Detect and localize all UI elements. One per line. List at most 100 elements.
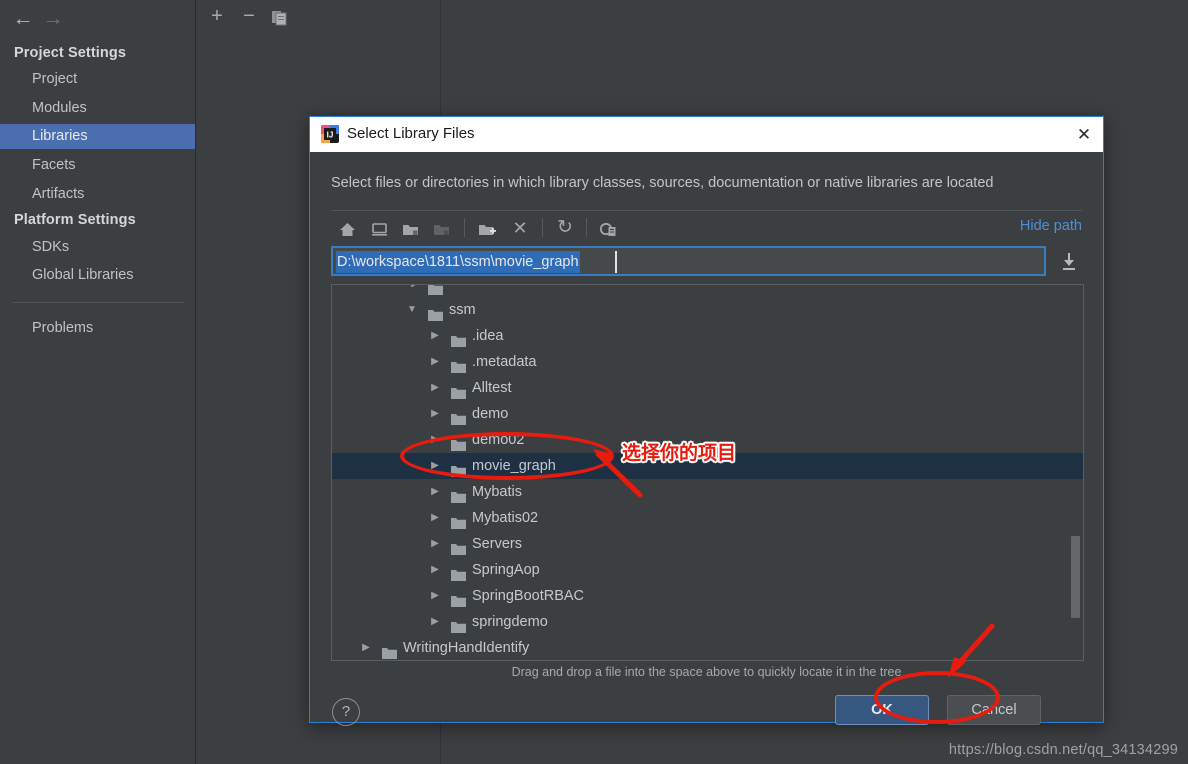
sidebar-item-problems[interactable]: Problems xyxy=(0,316,195,341)
chevron-right-icon[interactable]: ▶ xyxy=(428,479,442,505)
list-item-ssm[interactable]: ▼ ssm xyxy=(332,297,1083,323)
new-folder-icon[interactable] xyxy=(473,215,501,241)
scrollbar-thumb[interactable] xyxy=(1071,536,1080,618)
list-item-springaop[interactable]: ▶ SpringAop xyxy=(332,557,1083,583)
toolbar-separator xyxy=(542,218,543,237)
delete-icon[interactable]: ✕ xyxy=(506,215,534,241)
arrow-left-icon[interactable]: ← xyxy=(10,6,36,32)
help-button[interactable]: ? xyxy=(332,698,360,726)
dialog-subtitle: Select files or directories in which lib… xyxy=(331,175,994,191)
add-icon[interactable]: + xyxy=(204,3,230,29)
file-chooser-toolbar: ✕ ↻ Hide path xyxy=(331,210,1082,244)
path-row: D:\workspace\1811\ssm\movie_graph xyxy=(331,246,1082,278)
folder-icon xyxy=(428,304,443,321)
chevron-right-icon[interactable]: ▶ xyxy=(428,349,442,375)
path-input[interactable]: D:\workspace\1811\ssm\movie_graph xyxy=(331,246,1046,276)
sidebar-item-label: Artifacts xyxy=(32,186,85,202)
dialog-title: Select Library Files xyxy=(347,125,475,142)
list-item-springbootrbac[interactable]: ▶ SpringBootRBAC xyxy=(332,583,1083,609)
chevron-right-icon[interactable]: ▶ xyxy=(359,635,373,660)
list-item-label: WritingHandIdentify xyxy=(403,640,530,656)
cancel-button[interactable]: Cancel xyxy=(947,695,1041,725)
list-item-label: .idea xyxy=(472,328,504,344)
chevron-right-icon[interactable]: ▶ xyxy=(428,609,442,635)
list-item-metadata[interactable]: ▶ .metadata xyxy=(332,349,1083,375)
project-folder-icon[interactable] xyxy=(396,215,424,241)
folder-icon xyxy=(451,590,466,607)
list-item-alltest[interactable]: ▶ Alltest xyxy=(332,375,1083,401)
chevron-right-icon[interactable]: ▶ xyxy=(428,375,442,401)
watermark: https://blog.csdn.net/qq_34134299 xyxy=(948,742,1178,758)
list-item-demo[interactable]: ▶ demo xyxy=(332,401,1083,427)
list-item[interactable]: ▶ xyxy=(332,285,1083,297)
folder-icon xyxy=(451,564,466,581)
tree-scrollbar[interactable] xyxy=(1070,286,1081,659)
chevron-right-icon[interactable]: ▶ xyxy=(408,285,422,297)
sidebar-item-facets[interactable]: Facets xyxy=(0,153,195,178)
chevron-right-icon[interactable]: ▶ xyxy=(428,557,442,583)
home-icon[interactable] xyxy=(333,215,361,241)
module-folder-icon[interactable] xyxy=(427,215,455,241)
close-icon[interactable]: ✕ xyxy=(1071,122,1097,147)
list-item-idea[interactable]: ▶ .idea xyxy=(332,323,1083,349)
chevron-right-icon[interactable]: ▶ xyxy=(428,401,442,427)
list-item-springdemo[interactable]: ▶ springdemo xyxy=(332,609,1083,635)
chevron-right-icon[interactable]: ▶ xyxy=(428,427,442,453)
refresh-icon[interactable]: ↻ xyxy=(551,215,579,241)
sidebar-divider xyxy=(12,302,184,303)
folder-icon xyxy=(451,460,466,477)
list-item-mybatis02[interactable]: ▶ Mybatis02 xyxy=(332,505,1083,531)
list-item-label: Servers xyxy=(472,536,522,552)
download-icon[interactable] xyxy=(1056,248,1082,274)
list-item-writinghandidentify[interactable]: ▶ WritingHandIdentify xyxy=(332,635,1083,660)
nav-arrows: ← → xyxy=(8,6,128,32)
chevron-right-icon[interactable]: ▶ xyxy=(428,505,442,531)
chevron-down-icon[interactable]: ▼ xyxy=(405,297,419,323)
chevron-right-icon[interactable]: ▶ xyxy=(428,531,442,557)
drag-drop-hint: Drag and drop a file into the space abov… xyxy=(511,665,902,679)
sidebar-item-libraries[interactable]: Libraries xyxy=(0,124,195,149)
list-item-label: SpringAop xyxy=(472,562,540,578)
arrow-right-icon[interactable]: → xyxy=(40,6,66,32)
folder-icon xyxy=(451,330,466,347)
chevron-right-icon[interactable]: ▶ xyxy=(428,453,442,479)
show-hidden-icon[interactable] xyxy=(594,215,622,241)
folder-icon xyxy=(451,408,466,425)
sidebar-item-label: Global Libraries xyxy=(32,267,134,283)
dialog-titlebar: IJ Select Library Files ✕ xyxy=(310,117,1103,152)
svg-text:IJ: IJ xyxy=(327,131,334,140)
sidebar-item-label: Facets xyxy=(32,157,76,173)
copy-icon[interactable] xyxy=(266,3,292,29)
list-item-mybatis[interactable]: ▶ Mybatis xyxy=(332,479,1083,505)
select-library-files-dialog: IJ Select Library Files ✕ Select files o… xyxy=(309,116,1104,726)
path-input-value: D:\workspace\1811\ssm\movie_graph xyxy=(336,251,580,273)
sidebar-item-artifacts[interactable]: Artifacts xyxy=(0,182,195,207)
list-item-label: Mybatis xyxy=(472,484,522,500)
intellij-idea-logo-icon: IJ xyxy=(321,125,339,143)
folder-icon xyxy=(451,356,466,373)
folder-icon xyxy=(451,434,466,451)
sidebar-item-global-libraries[interactable]: Global Libraries xyxy=(0,263,195,288)
folder-icon xyxy=(451,538,466,555)
sidebar-item-modules[interactable]: Modules xyxy=(0,96,195,121)
chevron-right-icon[interactable]: ▶ xyxy=(428,323,442,349)
file-tree[interactable]: ▶ ▼ ssm ▶ xyxy=(331,284,1084,661)
desktop-icon[interactable] xyxy=(365,215,393,241)
chevron-right-icon[interactable]: ▶ xyxy=(428,583,442,609)
list-item-servers[interactable]: ▶ Servers xyxy=(332,531,1083,557)
dialog-button-bar: ? OK Cancel xyxy=(310,688,1103,744)
list-item-label: Mybatis02 xyxy=(472,510,539,526)
sidebar-item-label: Modules xyxy=(32,100,87,116)
toolbar-separator xyxy=(464,218,465,237)
folder-icon xyxy=(451,616,466,633)
ok-button[interactable]: OK xyxy=(835,695,929,725)
sidebar-item-project[interactable]: Project xyxy=(0,67,195,92)
sidebar-item-sdks[interactable]: SDKs xyxy=(0,235,195,260)
remove-icon[interactable]: − xyxy=(236,3,262,29)
folder-icon xyxy=(428,285,443,295)
list-item-label: movie_graph xyxy=(472,458,556,474)
folder-icon xyxy=(451,382,466,399)
hide-path-link[interactable]: Hide path xyxy=(1020,218,1082,234)
list-item-label: demo02 xyxy=(472,432,525,448)
settings-sidebar: ← → Project Settings Project Modules Lib… xyxy=(0,0,196,764)
